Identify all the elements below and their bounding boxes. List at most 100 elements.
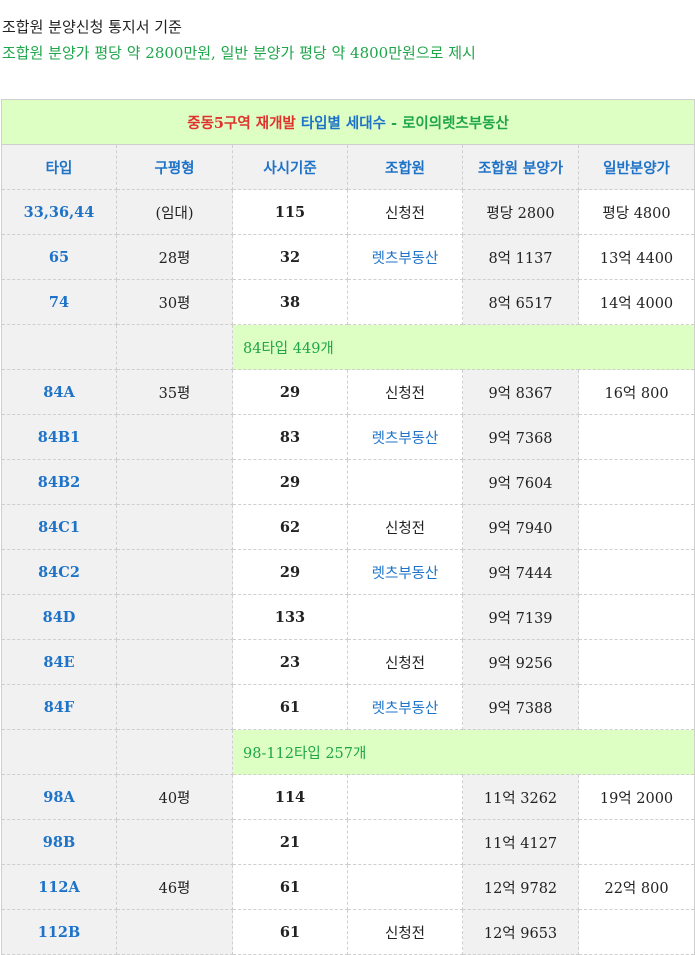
cell-old-size: 40평 [116,774,233,820]
cell-type: 74 [1,279,117,325]
cell-member [347,774,463,820]
cell-basis: 38 [232,279,348,325]
cell-member[interactable]: 렛츠부동산 [347,684,463,730]
cell-general-price [578,684,695,730]
cell-basis: 21 [232,819,348,865]
cell-old-size [116,684,233,730]
cell-member-price: 8억 6517 [462,279,579,325]
cell-basis: 32 [232,234,348,280]
cell-type: 84F [1,684,117,730]
cell-member-price: 12억 9782 [462,864,579,910]
cell-basis: 61 [232,684,348,730]
cell-general-price: 13억 4400 [578,234,695,280]
cell-basis: 29 [232,549,348,595]
table-title-subject: 타입별 세대수 [300,114,386,132]
cell-general-price: 14억 4000 [578,279,695,325]
cell-general-price: 22억 800 [578,864,695,910]
table-row: 112B 61 신청전 12억 9653 [1,909,695,955]
cell-type: 84C2 [1,549,117,595]
cell-member-price: 8억 1137 [462,234,579,280]
table-row: 74 30평 38 8억 6517 14억 4000 [1,279,695,325]
cell-old-size: (임대) [116,189,233,235]
table-title-source: - 로이의렛츠부동산 [391,114,509,132]
group-row: 98-112타입 257개 [1,729,695,775]
cell-type: 98A [1,774,117,820]
cell-member-price: 11억 4127 [462,819,579,865]
cell-old-size: 35평 [116,369,233,415]
group-empty-cell [1,324,117,370]
cell-member [347,864,463,910]
cell-member-price: 9억 8367 [462,369,579,415]
cell-member[interactable]: 렛츠부동산 [347,549,463,595]
cell-member [347,279,463,325]
cell-member: 신청전 [347,504,463,550]
type-table: 중동5구역 재개발 타입별 세대수 - 로이의렛츠부동산 타입 구평형 사시기준… [0,99,695,955]
cell-basis: 115 [232,189,348,235]
cell-basis: 62 [232,504,348,550]
cell-old-size: 30평 [116,279,233,325]
cell-basis: 61 [232,909,348,955]
cell-general-price [578,549,695,595]
table-row: 112A 46평 61 12억 9782 22억 800 [1,864,695,910]
table-row: 84F 61 렛츠부동산 9억 7388 [1,684,695,730]
cell-old-size [116,549,233,595]
group-row: 84타입 449개 [1,324,695,370]
intro-line-basis: 조합원 분양신청 통지서 기준 [2,18,182,36]
cell-old-size: 28평 [116,234,233,280]
cell-member: 신청전 [347,909,463,955]
group-empty-cell [1,729,117,775]
cell-type: 84A [1,369,117,415]
cell-general-price [578,909,695,955]
cell-member-price: 9억 7940 [462,504,579,550]
table-row: 84B1 83 렛츠부동산 9억 7368 [1,414,695,460]
cell-member-price: 12억 9653 [462,909,579,955]
cell-basis: 23 [232,639,348,685]
cell-member[interactable]: 렛츠부동산 [347,414,463,460]
cell-type: 84B1 [1,414,117,460]
cell-type: 98B [1,819,117,865]
cell-old-size [116,459,233,505]
cell-member[interactable]: 렛츠부동산 [347,234,463,280]
table-row: 84C2 29 렛츠부동산 9억 7444 [1,549,695,595]
header-member-price: 조합원 분양가 [462,144,579,190]
table-row: 84B2 29 9억 7604 [1,459,695,505]
cell-type: 84B2 [1,459,117,505]
table-row: 98A 40평 114 11억 3262 19억 2000 [1,774,695,820]
header-old-size: 구평형 [116,144,233,190]
header-type: 타입 [1,144,117,190]
cell-old-size [116,594,233,640]
table-title-row: 중동5구역 재개발 타입별 세대수 - 로이의렛츠부동산 [0,99,695,145]
header-basis: 사시기준 [232,144,348,190]
table-row: 84D 133 9억 7139 [1,594,695,640]
cell-old-size [116,909,233,955]
cell-member: 신청전 [347,189,463,235]
cell-member: 신청전 [347,369,463,415]
cell-member [347,819,463,865]
cell-type: 84C1 [1,504,117,550]
table-title: 중동5구역 재개발 타입별 세대수 - 로이의렛츠부동산 [0,99,695,145]
cell-old-size [116,504,233,550]
cell-type: 65 [1,234,117,280]
cell-general-price: 평당 4800 [578,189,695,235]
cell-member-price: 9억 7444 [462,549,579,595]
cell-type: 112A [1,864,117,910]
cell-basis: 83 [232,414,348,460]
cell-basis: 29 [232,369,348,415]
cell-member-price: 9억 7604 [462,459,579,505]
table-row: 65 28평 32 렛츠부동산 8억 1137 13억 4400 [1,234,695,280]
cell-general-price: 16억 800 [578,369,695,415]
intro-line-prices: 조합원 분양가 평당 약 2800만원, 일반 분양가 평당 약 4800만원으… [2,44,476,62]
header-member: 조합원 [347,144,463,190]
table-row: 84A 35평 29 신청전 9억 8367 16억 800 [1,369,695,415]
cell-member-price: 9억 7139 [462,594,579,640]
cell-basis: 114 [232,774,348,820]
cell-basis: 29 [232,459,348,505]
table-row: 33,36,44 (임대) 115 신청전 평당 2800 평당 4800 [1,189,695,235]
cell-member-price: 9억 7368 [462,414,579,460]
cell-type: 84D [1,594,117,640]
group-empty-cell [116,324,233,370]
header-general-price: 일반분양가 [578,144,695,190]
cell-member-price: 9억 9256 [462,639,579,685]
cell-member-price: 9억 7388 [462,684,579,730]
cell-old-size: 46평 [116,864,233,910]
